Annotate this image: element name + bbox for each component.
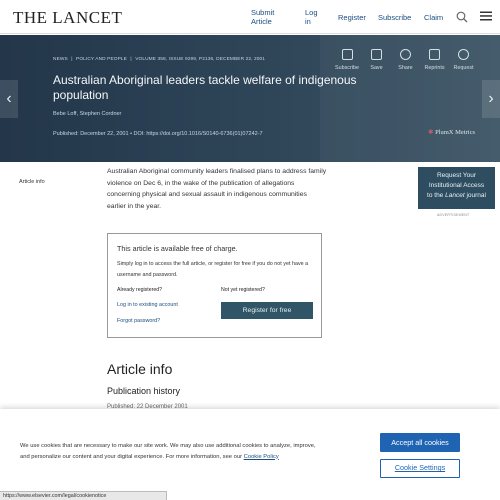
article-authors[interactable]: Bebe Loff, Stephen Cordner [53,111,121,117]
login-existing-account-link[interactable]: Log in to existing account [117,302,178,308]
request-action[interactable]: Request [449,49,478,71]
subscribe-action[interactable]: Subscribe [332,49,362,71]
breadcrumb: NEWS | POLICY AND PEOPLE | VOLUME 358, I… [53,57,267,62]
breadcrumb-issue[interactable]: VOLUME 358, ISSUE 9299, P2136, DECEMBER … [135,57,265,62]
article-lead: Australian Aboriginal community leaders … [107,168,327,210]
previous-article-arrow[interactable]: ‹ [0,80,18,118]
article-actions: Subscribe Save Share Reprints Request [332,49,478,71]
free-access-box: This article is available free of charge… [107,233,322,338]
not-yet-registered-label: Not yet registered? [221,287,265,293]
register-link[interactable]: Register [338,0,366,34]
reprints-icon [429,49,440,60]
subscribe-link[interactable]: Subscribe [378,0,411,34]
share-action-label: Share [398,65,413,71]
share-icon [400,49,411,60]
subscribe-icon [341,49,353,60]
submit-article-link[interactable]: Submit Article [251,0,281,34]
institutional-access-ad[interactable]: Request Your Institutional Access to the… [418,167,495,209]
ad-line1: Request Your [436,172,477,179]
doi-link[interactable]: https://doi.org/10.1016/S0140-6736(01)07… [146,131,262,137]
ad-line2: Institutional Access [428,182,485,189]
breadcrumb-sep: | [130,57,132,62]
reprints-action[interactable]: Reprints [420,49,449,71]
breadcrumb-sep: | [71,57,73,62]
forgot-password-link[interactable]: Forgot password? [117,318,160,324]
free-box-description: Simply log in to access the full article… [117,261,309,278]
search-icon[interactable] [456,11,468,23]
status-bar-url: https://www.elsevier.com/legal/cookienot… [0,491,167,500]
cookie-notice-text: We use cookies that are necessary to mak… [20,441,320,462]
already-registered-label: Already registered? [117,287,162,293]
ad-line3: to the Lancet journal [427,192,486,199]
cookie-settings-button[interactable]: Cookie Settings [380,459,460,478]
register-for-free-button[interactable]: Register for free [221,302,313,319]
plumx-metrics[interactable]: ✱ PlumX Metrics [428,128,475,136]
breadcrumb-policy[interactable]: POLICY AND PEOPLE [76,57,127,62]
article-info-nav[interactable]: Article info [19,179,45,185]
menu-icon[interactable] [480,11,492,21]
publication-history-heading: Publication history [107,386,181,396]
next-article-arrow[interactable]: › [482,80,500,118]
lancet-logo[interactable]: THE LANCET [13,8,122,28]
article-hero: ‹ › NEWS | POLICY AND PEOPLE | VOLUME 35… [0,35,500,162]
advertisement-label: ADVERTISEMENT [437,213,470,217]
doi-label: DOI: [133,131,145,137]
published-date: Published: December 22, 2001 [53,131,129,137]
subscribe-action-label: Subscribe [335,65,359,71]
save-action[interactable]: Save [362,49,391,71]
published-line: Published: December 22, 2001 • DOI: http… [53,131,263,137]
top-header: THE LANCET Submit Article Log in Registe… [0,0,500,34]
breadcrumb-news[interactable]: NEWS [53,57,68,62]
save-icon [371,49,382,60]
request-action-label: Request [453,65,474,71]
cookie-banner: We use cookies that are necessary to mak… [0,409,500,500]
reprints-action-label: Reprints [424,65,445,71]
plumx-label: PlumX Metrics [435,129,475,136]
login-link[interactable]: Log in [305,0,323,34]
article-title: Australian Aboriginal leaders tackle wel… [53,73,357,102]
accept-all-cookies-button[interactable]: Accept all cookies [380,433,460,452]
share-action[interactable]: Share [391,49,420,71]
claim-link[interactable]: Claim [424,0,443,34]
cookie-policy-link[interactable]: Cookie Policy [244,454,279,460]
article-info-heading: Article info [107,361,173,377]
request-icon [458,49,469,60]
save-action-label: Save [370,65,383,71]
plumx-icon: ✱ [428,129,434,136]
free-box-title: This article is available free of charge… [117,244,238,253]
